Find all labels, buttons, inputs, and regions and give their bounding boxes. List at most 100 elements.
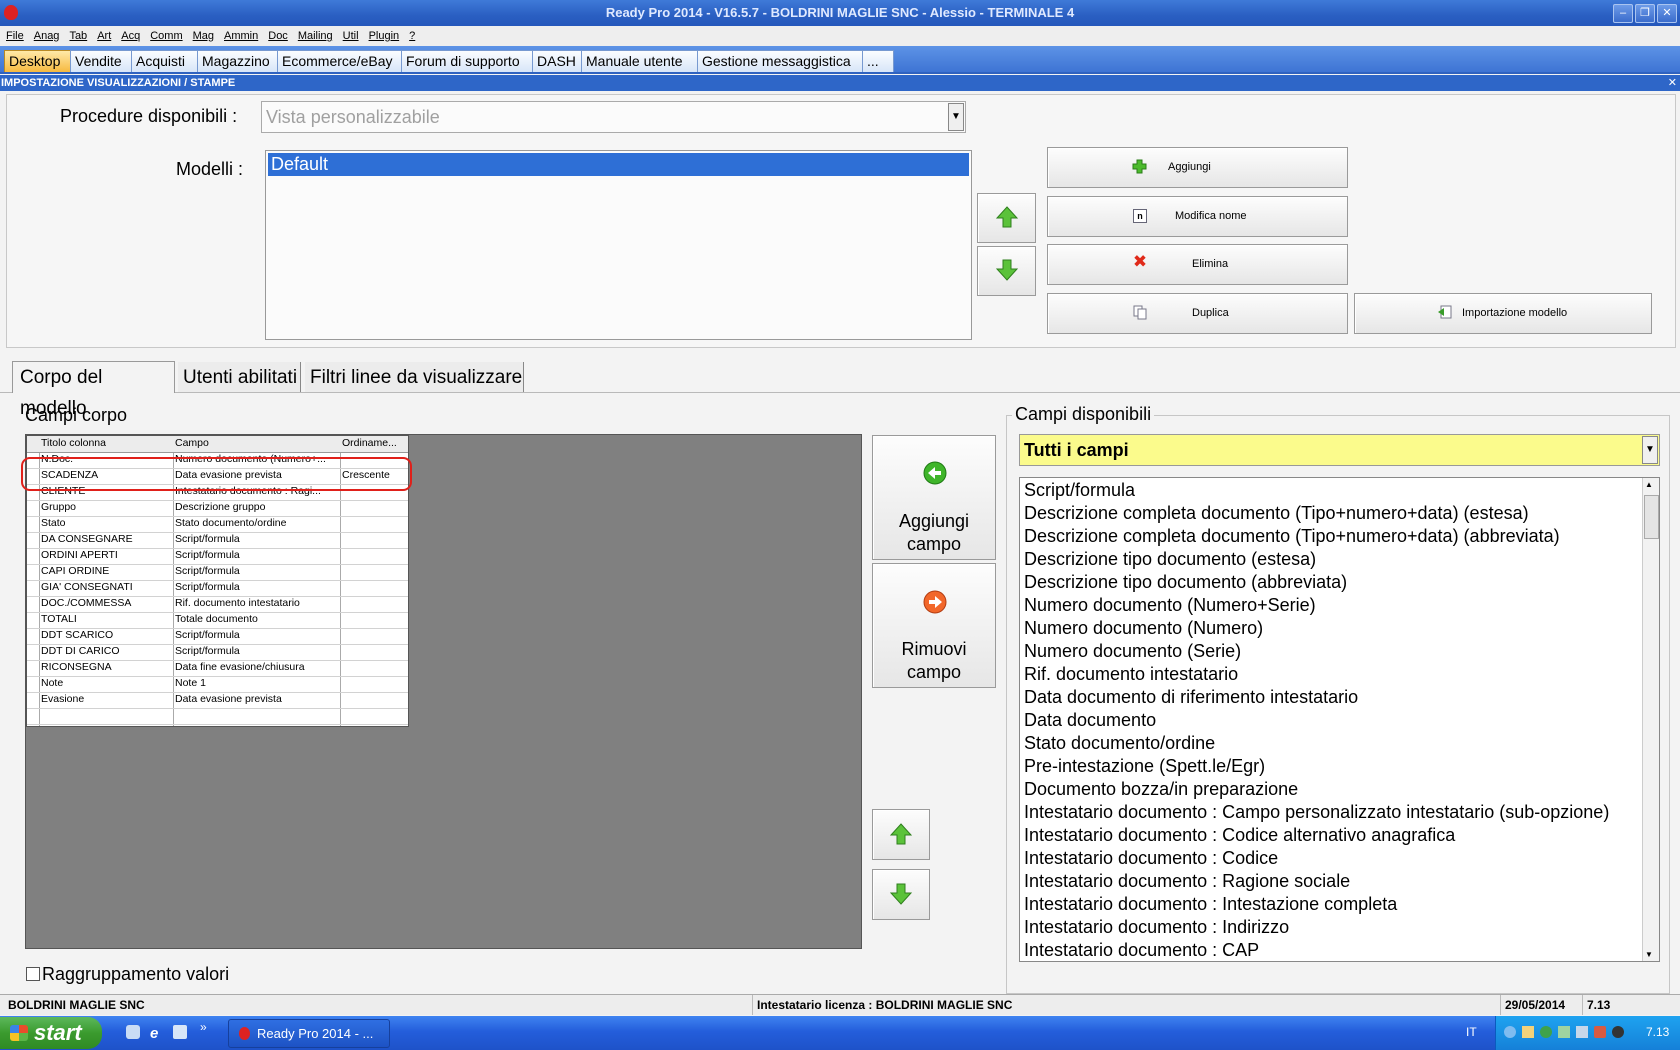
list-item[interactable]: Documento bozza/in preparazione	[1024, 779, 1298, 800]
menu-util[interactable]: Util	[338, 26, 364, 46]
tab-utenti-abilitati[interactable]: Utenti abilitati	[178, 362, 301, 392]
list-scrollbar[interactable]: ▲ ▼	[1642, 478, 1659, 961]
list-item[interactable]: Intestatario documento : Intestazione co…	[1024, 894, 1397, 915]
scroll-up-icon[interactable]: ▲	[1645, 480, 1653, 489]
chevron-down-icon[interactable]: ▼	[1642, 436, 1658, 464]
tab-dash[interactable]: DASH	[532, 50, 584, 72]
table-row[interactable]: Evasione Data evasione prevista	[27, 692, 408, 709]
table-row[interactable]: DA CONSEGNARE Script/formula	[27, 532, 408, 549]
tab-messaggistica[interactable]: Gestione messaggistica	[697, 50, 868, 72]
quicklaunch-explorer-icon[interactable]	[126, 1025, 140, 1039]
scroll-down-icon[interactable]: ▼	[1645, 950, 1653, 959]
table-row[interactable]: RICONSEGNA Data fine evasione/chiusura	[27, 660, 408, 677]
table-row[interactable]: DDT DI CARICO Script/formula	[27, 644, 408, 661]
list-item[interactable]: Intestatario documento : Ragione sociale	[1024, 871, 1350, 892]
aggiungi-campo-button[interactable]: Aggiungi campo	[872, 435, 996, 560]
menu-mag[interactable]: Mag	[188, 26, 219, 46]
tab-forum[interactable]: Forum di supporto	[401, 50, 538, 72]
table-row[interactable]: Note Note 1	[27, 676, 408, 693]
tray-volume-icon[interactable]	[1612, 1026, 1624, 1038]
tray-display-icon[interactable]	[1576, 1026, 1588, 1038]
field-move-down-button[interactable]	[872, 869, 930, 920]
chevron-down-icon[interactable]: ▼	[948, 103, 964, 131]
modelli-item-default[interactable]: Default	[268, 153, 969, 176]
menu-ammin[interactable]: Ammin	[219, 26, 263, 46]
menu-acq[interactable]: Acq	[116, 26, 145, 46]
procedure-select[interactable]: Vista personalizzabile ▼	[261, 101, 966, 133]
table-row[interactable]: ORDINI APERTI Script/formula	[27, 548, 408, 565]
table-row[interactable]: Gruppo Descrizione gruppo	[27, 500, 408, 517]
language-indicator[interactable]: IT	[1466, 1025, 1477, 1039]
list-item[interactable]: Script/formula	[1024, 480, 1135, 501]
menu-doc[interactable]: Doc	[263, 26, 293, 46]
tab-desktop[interactable]: Desktop	[4, 50, 72, 72]
rimuovi-campo-button[interactable]: Rimuovi campo	[872, 563, 996, 688]
list-item[interactable]: Rif. documento intestatario	[1024, 664, 1238, 685]
tab-filtri-linee[interactable]: Filtri linee da visualizzare	[305, 362, 524, 392]
panel-close-icon[interactable]: ✕	[1668, 75, 1677, 91]
tab-magazzino[interactable]: Magazzino	[197, 50, 279, 72]
list-item[interactable]: Intestatario documento : Codice alternat…	[1024, 825, 1455, 846]
menu-help[interactable]: ?	[404, 26, 420, 46]
field-move-up-button[interactable]	[872, 809, 930, 860]
list-item[interactable]: Data documento	[1024, 710, 1156, 731]
table-row[interactable]: DDT SCARICO Script/formula	[27, 628, 408, 645]
tray-antivirus-icon[interactable]	[1594, 1026, 1606, 1038]
table-row[interactable]: GIA' CONSEGNATI Script/formula	[27, 580, 408, 597]
list-item[interactable]: Numero documento (Numero+Serie)	[1024, 595, 1316, 616]
scroll-thumb[interactable]	[1644, 495, 1659, 539]
elimina-button[interactable]: ✖ Elimina	[1047, 244, 1348, 285]
menu-tab[interactable]: Tab	[64, 26, 92, 46]
table-row[interactable]: DOC./COMMESSA Rif. documento intestatario	[27, 596, 408, 613]
table-row[interactable]: TOTALI Totale documento	[27, 612, 408, 629]
list-item[interactable]: Intestatario documento : Indirizzo	[1024, 917, 1289, 938]
tab-corpo-modello[interactable]: Corpo del modello	[12, 361, 175, 419]
taskbar-item-readypro[interactable]: Ready Pro 2014 - ...	[228, 1019, 390, 1048]
list-item[interactable]: Descrizione completa documento (Tipo+num…	[1024, 503, 1529, 524]
tab-ecommerce[interactable]: Ecommerce/eBay	[277, 50, 405, 72]
quicklaunch-ie-icon[interactable]: e	[150, 1025, 158, 1042]
menu-comm[interactable]: Comm	[145, 26, 187, 46]
list-item[interactable]: Intestatario documento : Codice	[1024, 848, 1278, 869]
list-item[interactable]: Intestatario documento : CAP	[1024, 940, 1259, 961]
quicklaunch-desktop-icon[interactable]	[173, 1025, 187, 1039]
tray-network-icon[interactable]	[1504, 1026, 1516, 1038]
menu-anag[interactable]: Anag	[29, 26, 65, 46]
duplica-button[interactable]: Duplica	[1047, 293, 1348, 334]
close-window-button[interactable]: ✕	[1657, 4, 1677, 23]
tab-manuale[interactable]: Manuale utente	[581, 50, 701, 72]
aggiungi-button[interactable]: Aggiungi	[1047, 147, 1348, 188]
list-item[interactable]: Descrizione completa documento (Tipo+num…	[1024, 526, 1560, 547]
table-row-empty[interactable]	[27, 708, 408, 725]
list-item[interactable]: Numero documento (Serie)	[1024, 641, 1241, 662]
menu-mailing[interactable]: Mailing	[293, 26, 338, 46]
list-item[interactable]: Numero documento (Numero)	[1024, 618, 1263, 639]
modelli-list[interactable]: Default	[265, 150, 972, 340]
importazione-modello-button[interactable]: Importazione modello	[1354, 293, 1652, 334]
minimize-button[interactable]: –	[1613, 4, 1633, 23]
campi-filter-select[interactable]: Tutti i campi ▼	[1019, 434, 1660, 466]
quicklaunch-more-icon[interactable]: »	[200, 1020, 207, 1034]
tab-more[interactable]: ...	[862, 50, 894, 72]
model-move-up-button[interactable]	[977, 193, 1036, 243]
list-item[interactable]: Intestatario documento : Campo personali…	[1024, 802, 1609, 823]
menu-file[interactable]: File	[0, 26, 29, 46]
menu-art[interactable]: Art	[92, 26, 116, 46]
model-move-down-button[interactable]	[977, 246, 1036, 296]
table-row[interactable]: CAPI ORDINE Script/formula	[27, 564, 408, 581]
restore-button[interactable]: ❐	[1635, 4, 1655, 23]
tray-security-icon[interactable]	[1522, 1026, 1534, 1038]
tray-update-icon[interactable]	[1540, 1026, 1552, 1038]
list-item[interactable]: Stato documento/ordine	[1024, 733, 1215, 754]
tab-acquisti[interactable]: Acquisti	[131, 50, 204, 72]
list-item[interactable]: Descrizione tipo documento (abbreviata)	[1024, 572, 1347, 593]
list-item[interactable]: Data documento di riferimento intestatar…	[1024, 687, 1358, 708]
menu-plugin[interactable]: Plugin	[364, 26, 405, 46]
tray-app-icon[interactable]	[1558, 1026, 1570, 1038]
table-row[interactable]: Stato Stato documento/ordine	[27, 516, 408, 533]
modifica-nome-button[interactable]: n Modifica nome	[1047, 196, 1348, 237]
start-button[interactable]: start	[0, 1017, 102, 1049]
raggruppamento-checkbox[interactable]	[26, 967, 40, 981]
campi-disponibili-list[interactable]: Script/formula Descrizione completa docum…	[1019, 477, 1660, 962]
list-item[interactable]: Descrizione tipo documento (estesa)	[1024, 549, 1316, 570]
